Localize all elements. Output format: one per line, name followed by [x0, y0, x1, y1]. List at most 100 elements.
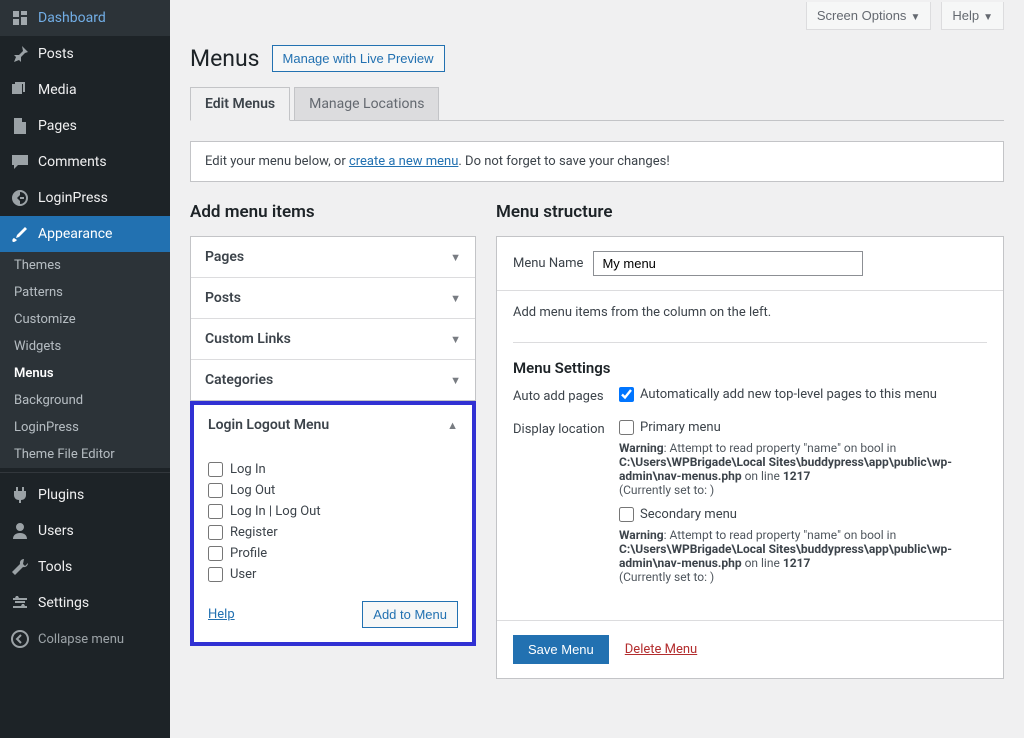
create-new-menu-link[interactable]: create a new menu — [349, 154, 458, 169]
accordion-login-logout-header[interactable]: Login Logout Menu ▲ — [194, 405, 472, 445]
dashboard-icon — [10, 8, 30, 28]
checkbox-register[interactable] — [208, 525, 223, 540]
sidebar-submenu: Themes Patterns Customize Widgets Menus … — [0, 252, 170, 468]
notice-text-pre: Edit your menu below, or — [205, 154, 349, 169]
page-icon — [10, 116, 30, 136]
plugin-icon — [10, 485, 30, 505]
chevron-up-icon: ▲ — [447, 419, 458, 432]
chevron-down-icon: ▼ — [450, 374, 461, 387]
main-content: Screen Options▼ Help▼ Menus Manage with … — [170, 0, 1024, 738]
screen-options-button[interactable]: Screen Options▼ — [806, 2, 932, 30]
tab-manage-locations[interactable]: Manage Locations — [294, 87, 439, 120]
submenu-customize[interactable]: Customize — [0, 306, 170, 333]
submenu-theme-file-editor[interactable]: Theme File Editor — [0, 441, 170, 468]
sidebar-item-plugins[interactable]: Plugins — [0, 477, 170, 513]
sidebar-item-users[interactable]: Users — [0, 513, 170, 549]
submenu-loginpress[interactable]: LoginPress — [0, 414, 170, 441]
sidebar-item-label: Pages — [38, 118, 77, 134]
accordion-label: Login Logout Menu — [208, 417, 329, 433]
pin-icon — [10, 44, 30, 64]
secondary-menu-checkbox[interactable] — [619, 507, 634, 522]
sidebar-item-dashboard[interactable]: Dashboard — [0, 0, 170, 36]
accordion-custom-links[interactable]: Custom Links▼ — [191, 319, 475, 359]
comment-icon — [10, 152, 30, 172]
warning-secondary: Warning: Attempt to read property "name"… — [619, 528, 987, 584]
warning-body: : Attempt to read property "name" on boo… — [664, 441, 897, 455]
checkbox-user[interactable] — [208, 567, 223, 582]
accordion-label: Posts — [205, 290, 241, 306]
admin-sidebar: Dashboard Posts Media Pages Comments Log… — [0, 0, 170, 738]
settings-icon — [10, 593, 30, 613]
save-menu-button[interactable]: Save Menu — [513, 635, 609, 664]
warning-line-pre: on line — [742, 469, 783, 483]
submenu-themes[interactable]: Themes — [0, 252, 170, 279]
sidebar-item-settings[interactable]: Settings — [0, 585, 170, 621]
accordion-categories[interactable]: Categories▼ — [191, 360, 475, 400]
sidebar-item-label: Posts — [38, 46, 74, 62]
sidebar-item-media[interactable]: Media — [0, 72, 170, 108]
sidebar-item-label: Dashboard — [38, 10, 106, 26]
warning-body: : Attempt to read property "name" on boo… — [664, 528, 897, 542]
accordion: Pages▼ Posts▼ Custom Links▼ Categories▼ — [190, 236, 476, 401]
auto-add-label: Auto add pages — [513, 387, 619, 408]
collapse-label: Collapse menu — [38, 632, 124, 647]
checkbox-login[interactable] — [208, 462, 223, 477]
sidebar-item-appearance[interactable]: Appearance — [0, 216, 170, 252]
accordion-posts[interactable]: Posts▼ — [191, 278, 475, 318]
menu-name-input[interactable] — [593, 251, 863, 276]
notice-text-post: . Do not forget to save your changes! — [458, 154, 669, 169]
notice: Edit your menu below, or create a new me… — [190, 141, 1004, 182]
collapse-menu[interactable]: Collapse menu — [0, 621, 170, 657]
sidebar-item-pages[interactable]: Pages — [0, 108, 170, 144]
delete-menu-link[interactable]: Delete Menu — [625, 642, 697, 657]
auto-add-checkbox[interactable] — [619, 387, 634, 402]
warning-label: Warning — [619, 441, 664, 455]
accordion-pages[interactable]: Pages▼ — [191, 237, 475, 277]
sidebar-item-label: LoginPress — [38, 190, 108, 206]
tabs: Edit Menus Manage Locations — [190, 87, 1004, 121]
submenu-patterns[interactable]: Patterns — [0, 279, 170, 306]
primary-menu-checkbox[interactable] — [619, 420, 634, 435]
sidebar-item-comments[interactable]: Comments — [0, 144, 170, 180]
submenu-menus[interactable]: Menus — [0, 360, 170, 387]
submenu-widgets[interactable]: Widgets — [0, 333, 170, 360]
check-login-logout[interactable]: Log In | Log Out — [208, 501, 458, 522]
check-label: Log Out — [230, 483, 275, 498]
sidebar-item-label: Settings — [38, 595, 89, 611]
help-button[interactable]: Help▼ — [941, 2, 1004, 30]
check-label: Log In | Log Out — [230, 504, 321, 519]
submenu-background[interactable]: Background — [0, 387, 170, 414]
check-label: Profile — [230, 546, 267, 561]
checkbox-logout[interactable] — [208, 483, 223, 498]
media-icon — [10, 80, 30, 100]
chevron-down-icon: ▼ — [910, 12, 920, 23]
brush-icon — [10, 224, 30, 244]
sidebar-item-label: Tools — [38, 559, 72, 575]
instructions-text: Add menu items from the column on the le… — [513, 305, 987, 320]
sidebar-item-tools[interactable]: Tools — [0, 549, 170, 585]
checkbox-login-logout[interactable] — [208, 504, 223, 519]
loginpress-icon — [10, 188, 30, 208]
help-link[interactable]: Help — [208, 607, 235, 622]
page-title: Menus — [190, 45, 260, 72]
sidebar-item-loginpress[interactable]: LoginPress — [0, 180, 170, 216]
add-to-menu-button[interactable]: Add to Menu — [362, 601, 458, 628]
sidebar-item-posts[interactable]: Posts — [0, 36, 170, 72]
auto-add-option[interactable]: Automatically add new top-level pages to… — [619, 387, 987, 402]
check-user[interactable]: User — [208, 564, 458, 585]
primary-menu-option[interactable]: Primary menu — [619, 420, 987, 435]
auto-add-text: Automatically add new top-level pages to… — [640, 387, 937, 402]
check-logout[interactable]: Log Out — [208, 480, 458, 501]
accordion-login-logout: Login Logout Menu ▲ Log In Log Out Log In… — [190, 401, 476, 646]
live-preview-button[interactable]: Manage with Live Preview — [272, 45, 445, 72]
secondary-menu-option[interactable]: Secondary menu — [619, 507, 987, 522]
collapse-icon — [10, 629, 30, 649]
check-login[interactable]: Log In — [208, 459, 458, 480]
check-register[interactable]: Register — [208, 522, 458, 543]
display-location-label: Display location — [513, 420, 619, 594]
sidebar-item-label: Plugins — [38, 487, 84, 503]
sidebar-item-label: Comments — [38, 154, 107, 170]
check-profile[interactable]: Profile — [208, 543, 458, 564]
checkbox-profile[interactable] — [208, 546, 223, 561]
tab-edit-menus[interactable]: Edit Menus — [190, 87, 290, 121]
